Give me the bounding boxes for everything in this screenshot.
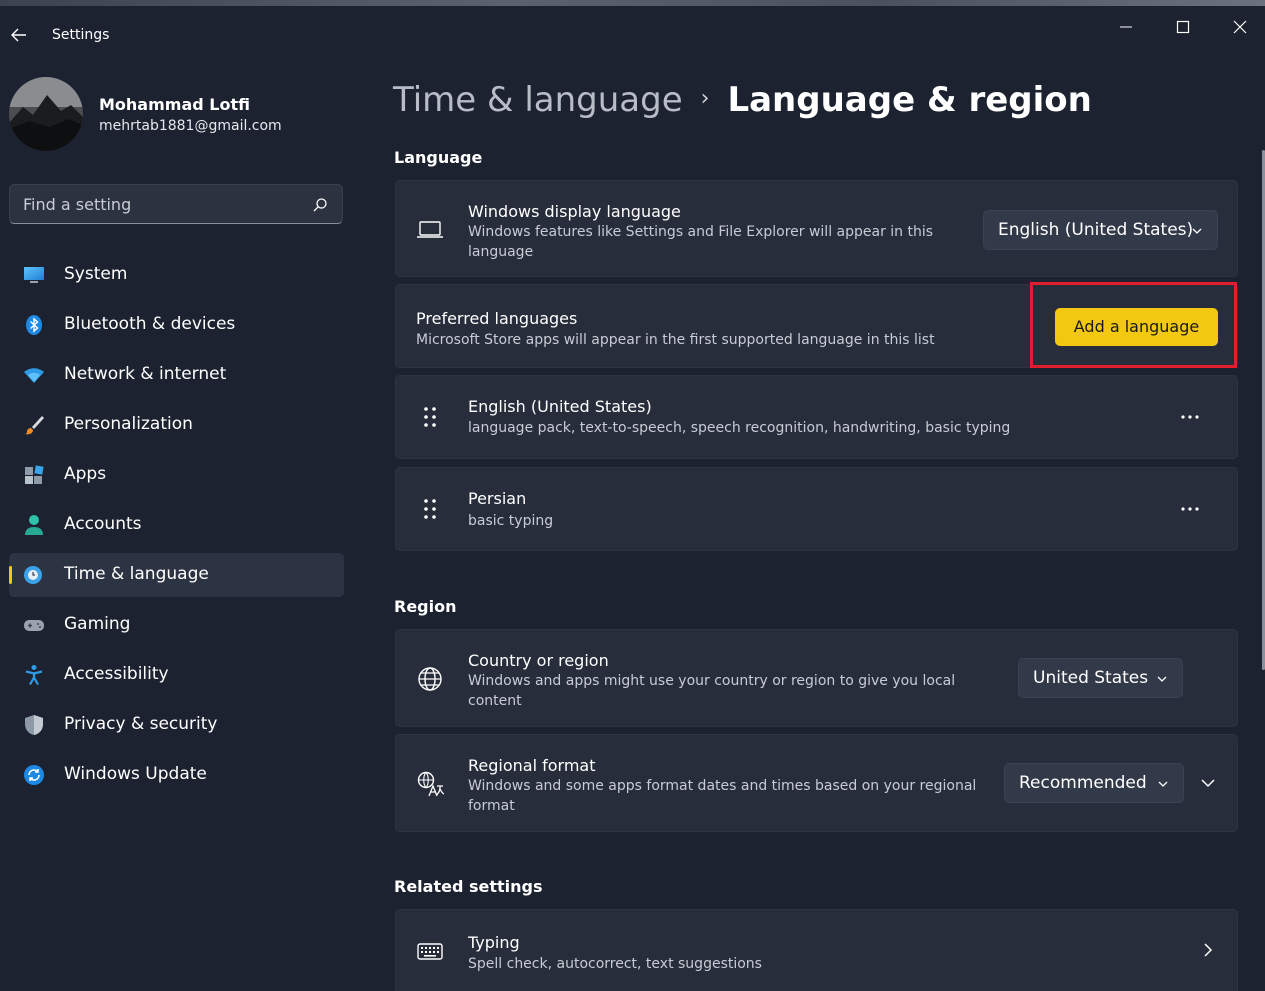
- app-title: Settings: [52, 27, 110, 43]
- dropdown-value: English (United States): [998, 220, 1194, 240]
- sidebar-item-label: Accessibility: [64, 664, 169, 684]
- sidebar-item-time-language[interactable]: Time & language: [9, 553, 344, 597]
- apps-icon: [25, 465, 44, 484]
- sidebar-item-label: Windows Update: [64, 764, 207, 784]
- drag-handle-icon[interactable]: [418, 404, 446, 432]
- globe-clock-icon: [24, 566, 42, 584]
- bluetooth-icon: [26, 315, 42, 335]
- close-icon: [1233, 20, 1247, 34]
- keyboard-icon: [417, 943, 443, 960]
- section-heading-language: Language: [394, 148, 483, 167]
- sidebar-item-label: Accounts: [64, 514, 142, 534]
- country-region-desc: Windows and apps might use your country …: [468, 673, 956, 709]
- chevron-down-icon: [1157, 676, 1167, 682]
- display-language-card: Windows display language Windows feature…: [395, 180, 1238, 277]
- sidebar-nav: System Bluetooth & devices Network & int…: [9, 253, 344, 803]
- sidebar-item-apps[interactable]: Apps: [9, 453, 344, 497]
- annotation-highlight-box: [1030, 282, 1237, 368]
- regional-format-dropdown[interactable]: Recommended: [1004, 763, 1184, 803]
- language-name: Persian: [468, 489, 527, 508]
- shield-icon: [25, 715, 43, 735]
- arrow-left-icon: [11, 28, 26, 42]
- language-format-icon: [417, 771, 444, 797]
- sidebar-item-personalization[interactable]: Personalization: [9, 403, 344, 447]
- avatar: [9, 77, 83, 151]
- sidebar-item-label: Personalization: [64, 414, 193, 434]
- sidebar-item-privacy[interactable]: Privacy & security: [9, 703, 344, 747]
- sidebar-item-label: System: [64, 264, 128, 284]
- sidebar-item-label: Apps: [64, 464, 107, 484]
- brush-icon: [25, 416, 44, 435]
- dropdown-value: Recommended: [1019, 773, 1147, 793]
- more-options-icon[interactable]: [1179, 498, 1201, 520]
- expand-chevron-icon[interactable]: [1198, 773, 1218, 793]
- language-list-item[interactable]: Persian basic typing: [395, 467, 1238, 551]
- regional-format-desc: Windows and some apps format dates and t…: [468, 778, 977, 814]
- sidebar-item-windows-update[interactable]: Windows Update: [9, 753, 344, 797]
- sidebar-item-label: Network & internet: [64, 364, 227, 384]
- search-placeholder: Find a setting: [23, 195, 132, 214]
- dropdown-value: United States: [1033, 668, 1149, 688]
- sidebar-item-gaming[interactable]: Gaming: [9, 603, 344, 647]
- sidebar-item-label: Gaming: [64, 614, 131, 634]
- sidebar-item-bluetooth[interactable]: Bluetooth & devices: [9, 303, 344, 347]
- display-language-desc: Windows features like Settings and File …: [468, 224, 934, 260]
- active-indicator: [9, 566, 12, 584]
- sidebar-item-accounts[interactable]: Accounts: [9, 503, 344, 547]
- typing-desc: Spell check, autocorrect, text suggestio…: [468, 956, 762, 972]
- back-button[interactable]: [8, 24, 30, 46]
- typing-settings-card[interactable]: Typing Spell check, autocorrect, text su…: [395, 909, 1238, 991]
- breadcrumb: Time & language › Language & region: [393, 80, 1092, 120]
- sidebar-item-accessibility[interactable]: Accessibility: [9, 653, 344, 697]
- user-email: mehrtab1881@gmail.com: [99, 118, 282, 134]
- gamepad-icon: [24, 620, 44, 631]
- country-region-dropdown[interactable]: United States: [1018, 658, 1183, 698]
- display-language-title: Windows display language: [468, 202, 681, 221]
- user-name: Mohammad Lotfi: [99, 95, 250, 114]
- country-region-title: Country or region: [468, 651, 609, 670]
- preferred-languages-desc: Microsoft Store apps will appear in the …: [416, 332, 935, 348]
- drag-handle-icon[interactable]: [418, 496, 446, 524]
- title-bar: Settings: [0, 6, 1265, 58]
- update-icon: [24, 765, 44, 785]
- sidebar-item-system[interactable]: System: [9, 253, 344, 297]
- wifi-icon: [24, 368, 44, 383]
- minimize-button[interactable]: [1115, 16, 1137, 38]
- search-input[interactable]: Find a setting: [9, 184, 343, 224]
- section-heading-region: Region: [394, 597, 457, 616]
- laptop-icon: [417, 221, 443, 238]
- language-features: basic typing: [468, 513, 554, 529]
- breadcrumb-parent[interactable]: Time & language: [393, 80, 683, 120]
- chevron-right-icon: [1204, 943, 1213, 957]
- minimize-icon: [1120, 26, 1132, 28]
- sidebar-item-label: Privacy & security: [64, 714, 218, 734]
- display-language-dropdown[interactable]: English (United States): [983, 210, 1218, 250]
- globe-icon: [418, 667, 442, 691]
- maximize-button[interactable]: [1172, 16, 1194, 38]
- language-list-item[interactable]: English (United States) language pack, t…: [395, 375, 1238, 459]
- sidebar-item-network[interactable]: Network & internet: [9, 353, 344, 397]
- person-icon: [25, 515, 43, 535]
- chevron-down-icon: [1192, 228, 1202, 234]
- chevron-right-icon: ›: [700, 86, 710, 111]
- maximize-icon: [1176, 20, 1190, 34]
- sidebar-item-label: Bluetooth & devices: [64, 314, 236, 334]
- sidebar-item-label: Time & language: [64, 564, 209, 584]
- more-options-icon[interactable]: [1179, 406, 1201, 428]
- search-icon: [313, 198, 327, 212]
- accessibility-icon: [25, 665, 43, 686]
- chevron-down-icon: [1158, 781, 1168, 787]
- monitor-icon: [24, 267, 44, 283]
- preferred-languages-title: Preferred languages: [416, 309, 578, 328]
- regional-format-card[interactable]: Regional format Windows and some apps fo…: [395, 734, 1238, 832]
- page-title: Language & region: [727, 80, 1092, 120]
- close-button[interactable]: [1229, 16, 1251, 38]
- regional-format-title: Regional format: [468, 756, 596, 775]
- language-features: language pack, text-to-speech, speech re…: [468, 420, 1011, 436]
- section-heading-related: Related settings: [394, 877, 543, 896]
- country-region-card: Country or region Windows and apps might…: [395, 629, 1238, 727]
- language-name: English (United States): [468, 397, 652, 416]
- typing-title: Typing: [468, 933, 520, 952]
